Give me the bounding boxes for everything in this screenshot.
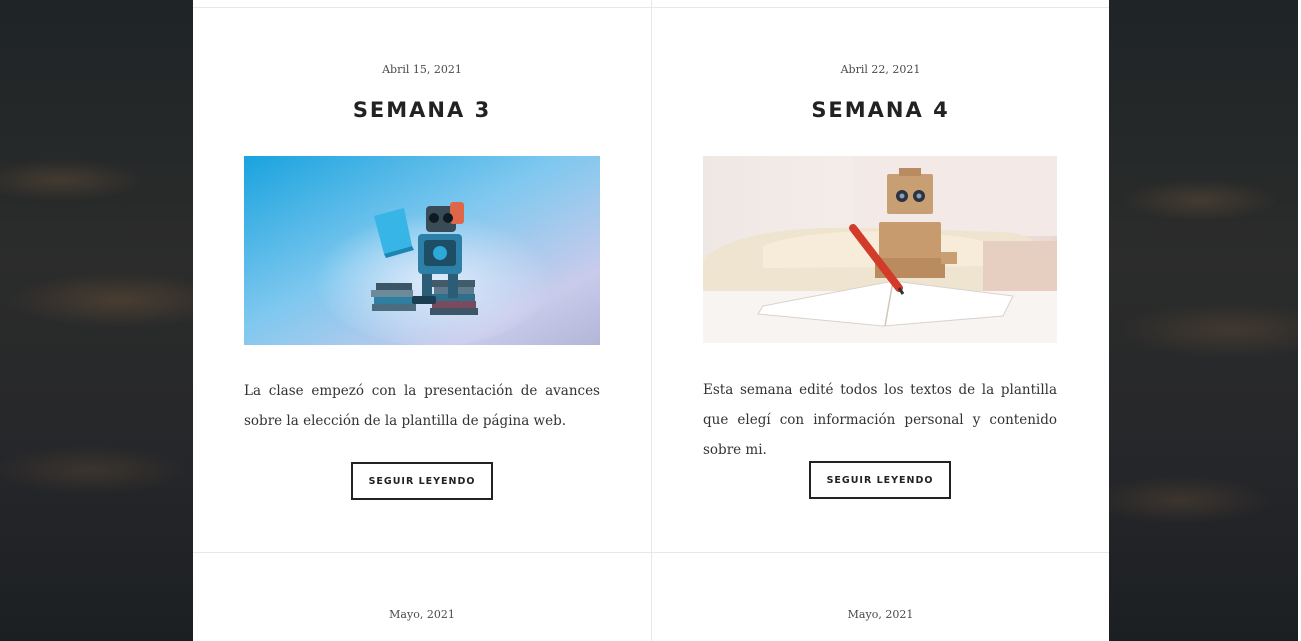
post-excerpt: La clase empezó con la presentación de a…: [244, 383, 600, 429]
post-image-robot-reading[interactable]: [244, 156, 600, 345]
post-card: Mayo, 2021: [193, 553, 652, 641]
post-card-top-sliver-left: [193, 0, 652, 8]
post-card-top-sliver-right: [652, 0, 1109, 8]
post-date: Abril 15, 2021: [382, 63, 462, 76]
post-excerpt: Esta semana edité todos los textos de la…: [703, 382, 1057, 458]
read-more-button[interactable]: SEGUIR LEYENDO: [809, 461, 951, 499]
post-date: Mayo, 2021: [847, 608, 914, 621]
post-card: Abril 15, 2021 SEMANA 3 La clase empezó …: [193, 8, 652, 553]
post-card: Mayo, 2021: [652, 553, 1109, 641]
post-title[interactable]: SEMANA 3: [193, 98, 651, 122]
post-date: Mayo, 2021: [389, 608, 455, 621]
post-card: Abril 22, 2021 SEMANA 4 Esta semana edit…: [652, 8, 1109, 553]
post-image-robot-writing[interactable]: [703, 156, 1057, 343]
post-date: Abril 22, 2021: [840, 63, 921, 76]
posts-grid: Abril 15, 2021 SEMANA 3 La clase empezó …: [193, 0, 1109, 641]
post-title[interactable]: SEMANA 4: [652, 98, 1109, 122]
read-more-button[interactable]: SEGUIR LEYENDO: [351, 462, 493, 500]
